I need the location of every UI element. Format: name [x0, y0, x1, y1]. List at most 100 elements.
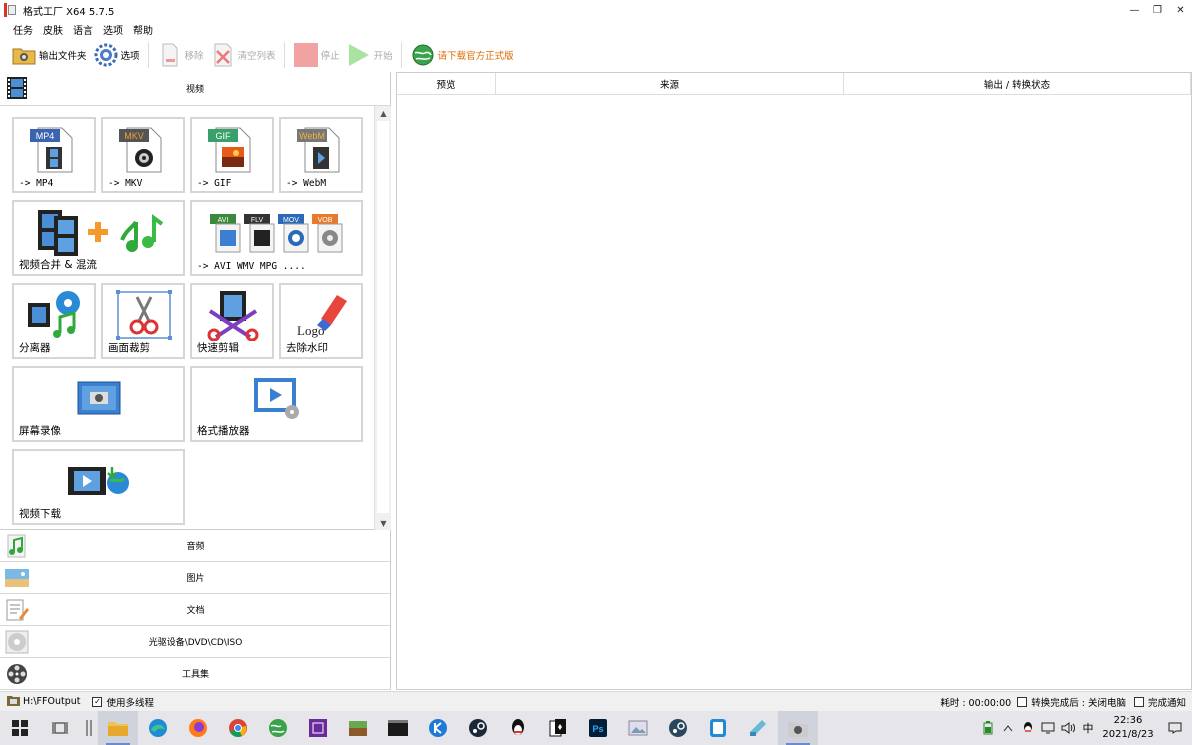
output-path[interactable]: H:\FFOutput	[23, 696, 80, 707]
folder-icon	[11, 42, 37, 68]
remove-button[interactable]: 移除	[154, 40, 207, 70]
video-tools-area: MP4 -> MP4 MKV -> MKV GIF -> GIF WebM ->…	[0, 106, 391, 530]
toolbar-separator	[400, 41, 402, 68]
image-viewer-icon[interactable]	[618, 711, 658, 745]
purple-chip-app-icon[interactable]	[298, 711, 338, 745]
blue-tablet-app-icon[interactable]	[698, 711, 738, 745]
tile-multi-format[interactable]: AVI FLV MOV VOB -> AVI WMV MPG ....	[190, 200, 363, 276]
column-preview[interactable]: 预览	[397, 73, 496, 95]
download-official-button[interactable]: 请下载官方正式版	[407, 40, 517, 70]
file-explorer-icon[interactable]	[98, 711, 138, 745]
k-app-icon[interactable]	[418, 711, 458, 745]
network-icon[interactable]	[1038, 711, 1058, 745]
tile-mkv[interactable]: MKV -> MKV	[101, 117, 185, 193]
gear-icon	[93, 42, 119, 68]
menu-options[interactable]: 选项	[98, 22, 128, 37]
multi-format-icon: AVI FLV MOV VOB	[210, 214, 343, 253]
chrome-icon[interactable]	[218, 711, 258, 745]
photoshop-icon[interactable]: Ps	[578, 711, 618, 745]
firefox-icon[interactable]	[178, 711, 218, 745]
tile-merge[interactable]: 视频合并 & 混流	[12, 200, 185, 276]
multithread-option[interactable]: ✓ 使用多线程	[92, 695, 154, 709]
maximize-button[interactable]: ❐	[1146, 0, 1169, 20]
app-icon	[4, 3, 18, 17]
document-icon	[5, 598, 29, 622]
clear-list-label: 清空列表	[237, 50, 276, 62]
teal-app-icon[interactable]	[738, 711, 778, 745]
tile-screen-record[interactable]: 屏幕录像	[12, 366, 185, 442]
notify-checkbox[interactable]	[1133, 696, 1144, 707]
remove-label: 移除	[184, 50, 204, 62]
close-button[interactable]: ✕	[1169, 0, 1192, 20]
start-windows-icon[interactable]	[0, 711, 40, 745]
tile-player[interactable]: 格式播放器	[190, 366, 363, 442]
clear-list-button[interactable]: 清空列表	[207, 40, 279, 70]
column-source[interactable]: 来源	[496, 73, 844, 95]
menu-task[interactable]: 任务	[8, 22, 38, 37]
scroll-down-arrow-icon[interactable]: ▼	[375, 516, 392, 530]
cards-game-icon[interactable]	[538, 711, 578, 745]
qq-tray-icon[interactable]	[1018, 711, 1038, 745]
volume-icon[interactable]	[1058, 711, 1078, 745]
screen-record-icon	[77, 381, 121, 415]
menu-language[interactable]: 语言	[68, 22, 98, 37]
terminal-icon[interactable]	[378, 711, 418, 745]
tile-remove-logo[interactable]: Logo 去除水印	[279, 283, 363, 359]
tile-gif[interactable]: GIF -> GIF	[190, 117, 274, 193]
scroll-thumb[interactable]	[377, 121, 389, 513]
notification-icon[interactable]	[1158, 711, 1192, 745]
output-folder-button[interactable]: 输出文件夹	[8, 40, 90, 70]
category-tools-label: 工具集	[181, 670, 209, 680]
start-button[interactable]: 开始	[343, 40, 396, 70]
tile-quick-cut[interactable]: 快速剪辑	[190, 283, 274, 359]
category-image[interactable]: 图片	[0, 562, 391, 594]
steam-icon-2[interactable]	[658, 711, 698, 745]
category-video[interactable]: 视频	[0, 72, 390, 106]
notify-option[interactable]: 完成通知	[1133, 695, 1186, 709]
tile-splitter-label: 分离器	[19, 342, 51, 354]
category-tools[interactable]: 工具集	[0, 658, 391, 690]
after-convert-option[interactable]: 转换完成后 : 关闭电脑	[1017, 695, 1126, 709]
column-output-status[interactable]: 输出 / 转换状态	[844, 73, 1191, 95]
menu-skin[interactable]: 皮肤	[38, 22, 68, 37]
tile-mp4[interactable]: MP4 -> MP4	[12, 117, 96, 193]
tile-video-download[interactable]: 视频下载	[12, 449, 185, 525]
format-factory-taskbar-icon[interactable]	[778, 711, 818, 745]
steam-icon[interactable]	[458, 711, 498, 745]
tile-player-label: 格式播放器	[197, 425, 250, 437]
minecraft-icon[interactable]	[338, 711, 378, 745]
tile-splitter[interactable]: 分离器	[12, 283, 96, 359]
scroll-up-arrow-icon[interactable]: ▲	[375, 106, 392, 120]
vob-badge: VOB	[318, 217, 333, 224]
tile-multi-format-label: -> AVI WMV MPG ....	[197, 261, 306, 272]
clock[interactable]: 22:36 2021/8/23	[1098, 714, 1158, 742]
edge-browser-icon[interactable]	[138, 711, 178, 745]
tools-scrollbar[interactable]: ▲ ▼	[374, 106, 391, 530]
multithread-checkbox[interactable]: ✓	[92, 696, 103, 707]
minimize-button[interactable]: —	[1123, 0, 1146, 20]
task-view-icon[interactable]	[40, 711, 80, 745]
tile-webm[interactable]: WebM -> WebM	[279, 117, 363, 193]
webm-badge: WebM	[299, 131, 325, 141]
output-folder-label: 输出文件夹	[39, 50, 87, 62]
after-convert-label: 转换完成后 : 关闭电脑	[1031, 697, 1126, 709]
category-audio[interactable]: 音频	[0, 530, 391, 562]
menu-help[interactable]: 帮助	[128, 22, 158, 37]
menu-bar: 任务 皮肤 语言 选项 帮助	[0, 20, 1192, 38]
input-method-indicator[interactable]: 中	[1078, 711, 1098, 745]
category-document[interactable]: 文档	[0, 594, 391, 626]
after-convert-checkbox[interactable]	[1017, 696, 1028, 707]
quick-cut-icon	[207, 291, 259, 341]
clear-icon	[210, 42, 236, 68]
battery-icon[interactable]	[978, 711, 998, 745]
chevron-up-icon[interactable]	[998, 711, 1018, 745]
tile-crop[interactable]: 画面裁剪	[101, 283, 185, 359]
qq-icon[interactable]	[498, 711, 538, 745]
options-button[interactable]: 选项	[90, 40, 143, 70]
category-disc[interactable]: 光驱设备\DVD\CD\ISO	[0, 626, 391, 658]
merge-icon	[38, 210, 164, 256]
stop-button[interactable]: 停止	[290, 40, 343, 70]
globe-app-icon[interactable]	[258, 711, 298, 745]
svg-text:Ps: Ps	[592, 724, 603, 734]
task-list[interactable]: 预览 来源 输出 / 转换状态	[396, 72, 1192, 690]
